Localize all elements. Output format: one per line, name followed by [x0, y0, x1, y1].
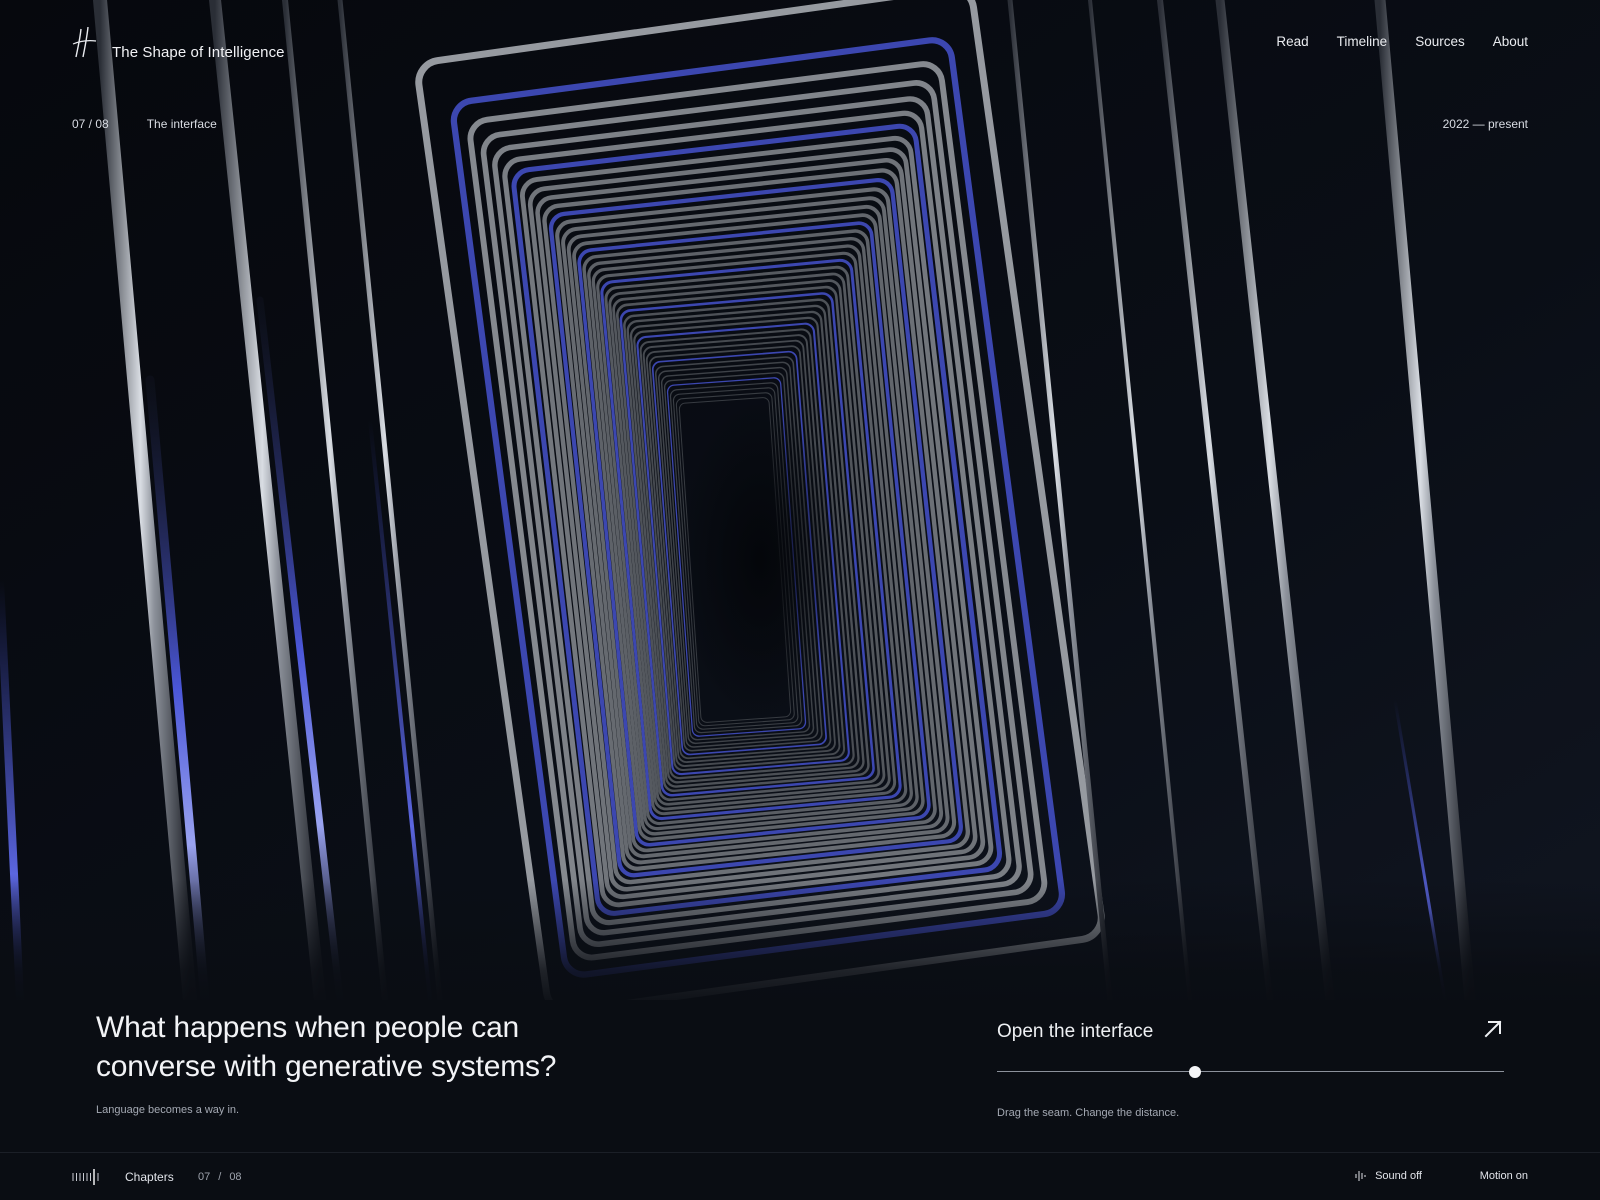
hero-image [0, 0, 1600, 1000]
sound-label: Sound off [1375, 1170, 1422, 1182]
open-interface-link[interactable]: Open the interface [997, 1018, 1504, 1050]
nav-sources[interactable]: Sources [1415, 34, 1465, 49]
brand-home-link[interactable]: The Shape of Intelligence [72, 24, 285, 61]
chapter-ticks-icon[interactable] [72, 1168, 102, 1186]
sound-toggle[interactable]: Sound off [1355, 1170, 1422, 1182]
counter-total: 08 [229, 1171, 242, 1183]
slider-thumb[interactable] [1188, 1066, 1201, 1078]
nav-timeline[interactable]: Timeline [1337, 34, 1388, 49]
chapter-number: 07 / 08 [72, 117, 109, 131]
open-interface-label: Open the interface [997, 1021, 1154, 1042]
distance-slider[interactable] [997, 1063, 1504, 1081]
footer-bar: Chapters 07 / 08 Sound off Motion on [0, 1152, 1600, 1200]
hash-stroke-logo-icon [72, 26, 97, 57]
slider-hint: Drag the seam. Change the distance. [997, 1107, 1180, 1119]
chapters-button[interactable]: Chapters [125, 1170, 174, 1184]
chapter-headline: What happens when people can converse wi… [96, 1011, 557, 1083]
main-nav: Read Timeline Sources About [1276, 34, 1528, 49]
arrow-up-right-icon [1484, 1020, 1502, 1038]
top-bar: The Shape of Intelligence Read Timeline … [0, 0, 1600, 100]
chapter-subtitle: Language becomes a way in. [96, 1104, 240, 1116]
site-title: The Shape of Intelligence [112, 44, 285, 61]
chapter-meta: 07 / 08 The interface [72, 117, 217, 131]
slider-track [997, 1071, 1504, 1072]
nav-about[interactable]: About [1493, 34, 1528, 49]
tunnel-artwork [0, 0, 1600, 1000]
sound-wave-icon [1355, 1171, 1366, 1181]
chapter-counter: 07 / 08 [198, 1171, 242, 1183]
chapter-period: 2022 — present [1442, 117, 1528, 131]
chapter-name: The interface [146, 117, 217, 131]
motion-toggle[interactable]: Motion on [1480, 1170, 1528, 1182]
counter-separator: / [218, 1171, 222, 1183]
nav-read[interactable]: Read [1276, 34, 1308, 49]
counter-current: 07 [198, 1171, 211, 1183]
